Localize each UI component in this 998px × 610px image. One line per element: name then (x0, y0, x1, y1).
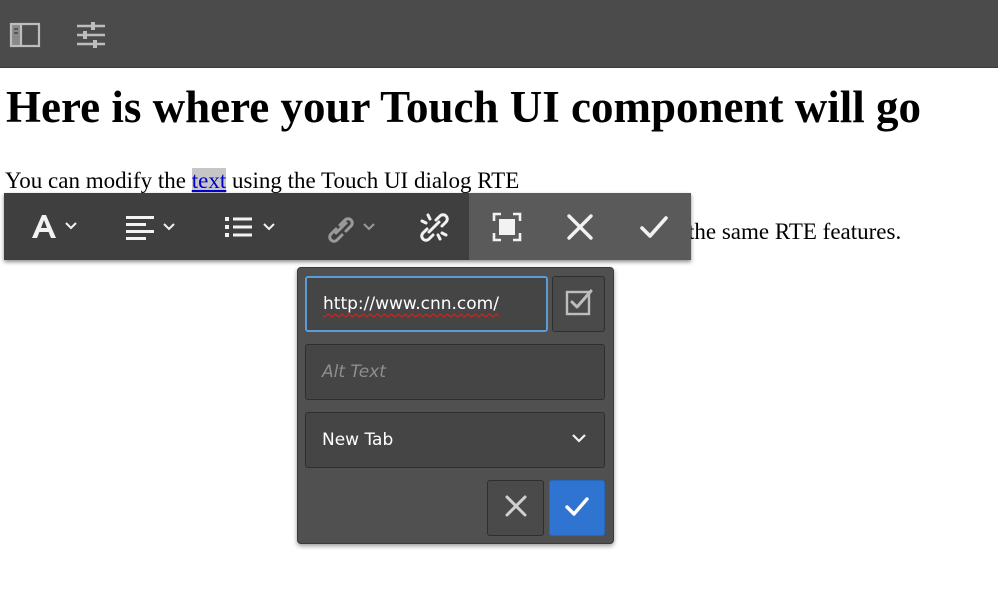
justify-button[interactable] (116, 193, 184, 260)
close-icon (503, 493, 529, 524)
list-icon (220, 207, 280, 247)
url-input[interactable]: http://www.cnn.com/ (305, 276, 548, 332)
link-icon (320, 207, 380, 247)
editor-top-bar (0, 0, 998, 68)
para-text-after: using the Touch UI dialog RTE (226, 168, 520, 193)
fullscreen-button[interactable] (487, 193, 527, 260)
link-dialog-popover: http://www.cnn.com/ Alt Text New Tab (297, 267, 614, 544)
done-icon (639, 212, 669, 242)
apply-link-button[interactable] (549, 480, 605, 536)
fullscreen-icon (491, 211, 523, 243)
close-icon (565, 212, 595, 242)
format-icon (22, 207, 82, 247)
unlink-button[interactable] (409, 193, 459, 260)
done-button[interactable] (634, 193, 674, 260)
format-button[interactable] (18, 193, 86, 260)
unlink-icon (414, 207, 454, 247)
selected-link-text[interactable]: text (191, 168, 227, 193)
properties-sliders-icon[interactable] (74, 18, 108, 52)
chevron-down-icon (570, 429, 588, 452)
page-heading: Here is where your Touch UI component wi… (6, 82, 922, 132)
close-button[interactable] (560, 193, 600, 260)
intro-paragraph: You can modify the text using the Touch … (5, 167, 519, 195)
cancel-link-button[interactable] (487, 480, 544, 536)
path-browser-button[interactable] (552, 276, 605, 332)
rte-toolbar (4, 193, 691, 260)
side-panel-icon[interactable] (8, 18, 42, 52)
check-icon (563, 492, 591, 525)
target-select[interactable]: New Tab (305, 412, 605, 468)
checkbox-icon (564, 287, 594, 322)
link-button[interactable] (316, 193, 384, 260)
alt-text-input[interactable]: Alt Text (305, 344, 605, 400)
list-button[interactable] (216, 193, 284, 260)
target-select-value: New Tab (322, 430, 394, 450)
second-paragraph: the same RTE features. (688, 219, 902, 244)
justify-icon (120, 207, 180, 247)
para-text-before: You can modify the (5, 168, 192, 193)
